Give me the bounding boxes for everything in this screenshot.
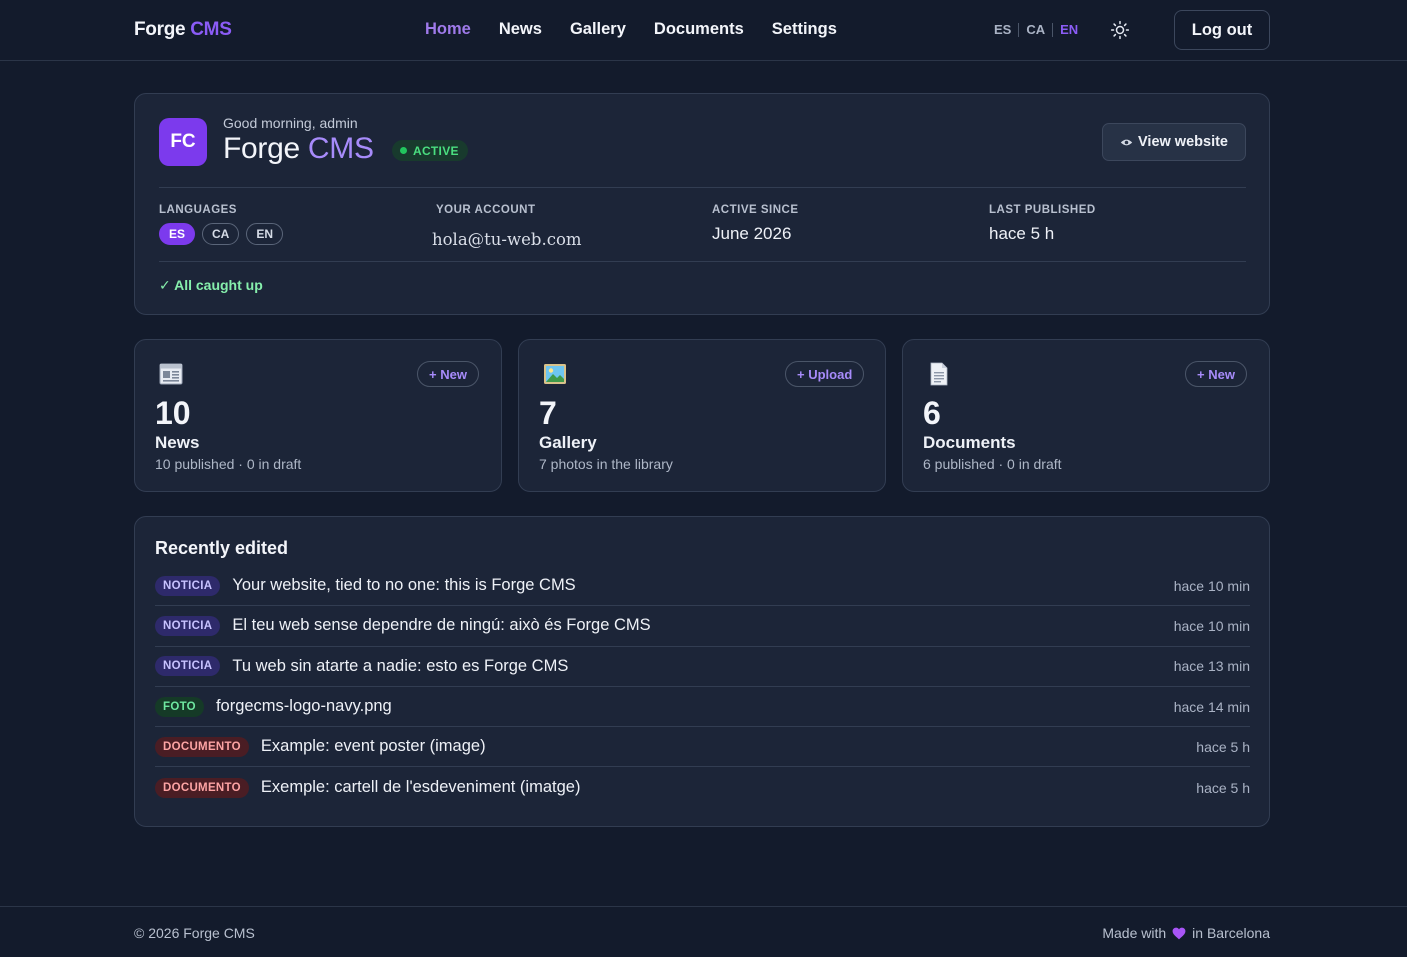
heart-icon [1172,927,1186,939]
item-title[interactable]: forgecms-logo-navy.png [216,697,1174,716]
picture-icon [544,364,566,384]
greeting-text: Good morning, admin [223,115,358,131]
active-since-label: ACTIVE SINCE [712,204,799,216]
list-item[interactable]: NOTICIA Tu web sin atarte a nadie: esto … [155,647,1250,687]
made-with-label: Made with [1102,925,1167,941]
type-badge: NOTICIA [155,615,221,636]
list-item[interactable]: NOTICIA Your website, tied to no one: th… [155,566,1250,607]
recently-edited-title: Recently edited [155,538,289,558]
language-pills: ES CA EN [159,223,284,245]
type-badge: DOCUMENTO [155,777,249,798]
site-name-accent: CMS [307,132,374,165]
theme-toggle-button[interactable] [1108,18,1132,42]
type-badge: NOTICIA [155,656,221,677]
documents-subtitle: 6 published · 0 in draft [923,456,1062,472]
location-label: in Barcelona [1192,925,1270,941]
languages-label: LANGUAGES [159,204,237,216]
language-pill-ca[interactable]: CA [202,223,240,245]
item-title[interactable]: El teu web sense dependre de ningú: això… [232,616,1173,635]
nav-link-gallery[interactable]: Gallery [570,20,626,39]
document-icon [930,362,948,386]
stat-card-documents[interactable]: + New 6 Documents 6 published · 0 in dra… [902,339,1270,492]
item-title[interactable]: Tu web sin atarte a nadie: esto es Forge… [232,657,1173,676]
type-badge: FOTO [155,696,204,717]
caught-up-status: ✓ All caught up [159,277,263,293]
stat-card-news[interactable]: + New 10 News 10 published · 0 in draft [134,339,502,492]
account-label: YOUR ACCOUNT [436,204,536,216]
made-with-text: Made with in Barcelona [1102,925,1270,941]
active-since-value: June 2026 [712,224,792,243]
footer: © 2026 Forge CMS Made with in Barcelona [0,906,1407,957]
divider [159,187,1246,188]
gallery-count: 7 [539,395,557,431]
list-item[interactable]: DOCUMENTO Example: event poster (image) … [155,727,1250,768]
news-subtitle: 10 published · 0 in draft [155,456,302,472]
brand-name: Forge [134,19,186,40]
language-pill-en[interactable]: EN [246,223,284,245]
lang-separator [1052,22,1054,37]
brand-accent: CMS [190,19,232,40]
new-document-button[interactable]: + New [1185,361,1247,387]
language-pill-es[interactable]: ES [159,223,196,245]
lang-option-ca[interactable]: CA [1026,22,1045,37]
item-time: hace 10 min [1173,617,1250,634]
site-overview-card: FC Good morning, admin Forge CMS ACTIVE … [134,93,1270,315]
view-website-button[interactable]: View website [1102,123,1246,161]
navbar: Forge CMS Home News Gallery Documents Se… [0,0,1407,61]
type-badge: NOTICIA [155,575,221,596]
gallery-subtitle: 7 photos in the library [539,456,673,472]
item-title[interactable]: Exemple: cartell de l'esdeveniment (imat… [261,778,1196,797]
new-news-button[interactable]: + New [417,361,479,387]
gallery-title: Gallery [539,433,597,452]
list-item[interactable]: FOTO forgecms-logo-navy.png hace 14 min [155,687,1250,728]
status-label: ACTIVE [413,143,459,158]
status-dot-icon [400,147,407,154]
item-time: hace 5 h [1196,738,1250,755]
documents-title: Documents [923,433,1016,452]
recently-edited-list: NOTICIA Your website, tied to no one: th… [155,566,1250,808]
eye-icon [1120,139,1133,145]
nav-link-news[interactable]: News [499,20,542,39]
status-badge: ACTIVE [392,140,468,161]
lang-option-es[interactable]: ES [994,22,1011,37]
sun-icon [1110,20,1130,40]
lang-separator [1018,22,1020,37]
item-title[interactable]: Example: event poster (image) [261,737,1196,756]
documents-count: 6 [923,395,941,431]
site-name: Forge [223,132,300,165]
list-item[interactable]: DOCUMENTO Exemple: cartell de l'esdeveni… [155,767,1250,807]
item-time: hace 10 min [1173,577,1250,594]
last-published-value: hace 5 h [989,224,1055,243]
item-time: hace 5 h [1196,779,1250,796]
site-title: Forge CMS [223,132,374,166]
divider [159,261,1246,262]
news-count: 10 [155,395,191,431]
item-time: hace 13 min [1173,658,1250,675]
nav-link-documents[interactable]: Documents [654,20,744,39]
view-website-label: View website [1138,134,1228,150]
account-email: hola@tu-web.com [432,230,582,249]
list-item[interactable]: NOTICIA El teu web sense dependre de nin… [155,606,1250,647]
recently-edited-card: Recently edited NOTICIA Your website, ti… [134,516,1270,827]
item-time: hace 14 min [1173,698,1250,715]
lang-option-en[interactable]: EN [1060,22,1078,37]
upload-gallery-button[interactable]: + Upload [785,361,865,387]
nav-link-home[interactable]: Home [425,20,471,39]
stat-card-gallery[interactable]: + Upload 7 Gallery 7 photos in the libra… [518,339,886,492]
language-switcher: ES CA EN [994,22,1078,37]
type-badge: DOCUMENTO [155,736,249,757]
copyright-text: © 2026 Forge CMS [134,925,255,941]
last-published-label: LAST PUBLISHED [989,204,1096,216]
brand-logo[interactable]: Forge CMS [134,19,232,41]
item-title[interactable]: Your website, tied to no one: this is Fo… [232,576,1173,595]
newspaper-icon [159,363,183,385]
main-nav: Home News Gallery Documents Settings [425,20,837,39]
news-title: News [155,433,200,452]
nav-link-settings[interactable]: Settings [772,20,837,39]
site-avatar: FC [159,118,207,166]
logout-button[interactable]: Log out [1174,10,1270,50]
